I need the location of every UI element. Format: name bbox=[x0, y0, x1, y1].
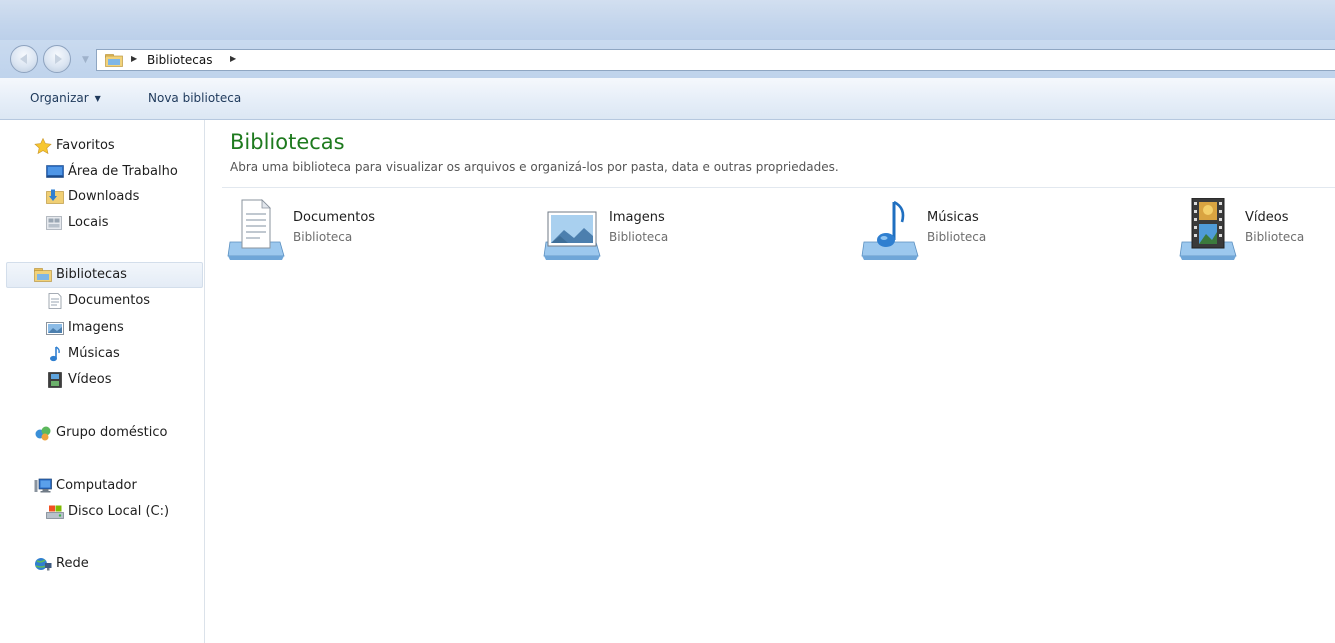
library-name: Imagens bbox=[609, 210, 665, 225]
command-bar: Organizar ▼ Nova biblioteca bbox=[0, 78, 1335, 120]
videos-library-icon bbox=[1179, 198, 1237, 260]
page-description: Abra uma biblioteca para visualizar os a… bbox=[230, 160, 839, 174]
recent-pages-dropdown-icon[interactable]: ▼ bbox=[82, 55, 89, 65]
navigation-pane: Favoritos Área de Trabalho Downloads Loc… bbox=[0, 120, 205, 643]
content-pane: Bibliotecas Abra uma biblioteca para vis… bbox=[206, 120, 1335, 643]
chevron-down-icon: ▼ bbox=[94, 94, 101, 103]
sidebar-label: Imagens bbox=[68, 320, 124, 335]
documents-library-icon bbox=[227, 199, 285, 260]
music-library-icon bbox=[861, 200, 919, 260]
music-note-icon bbox=[50, 346, 60, 362]
forward-arrow-icon bbox=[55, 54, 62, 64]
library-type: Biblioteca bbox=[293, 230, 353, 244]
film-icon bbox=[48, 372, 62, 388]
library-type: Biblioteca bbox=[609, 230, 669, 244]
downloads-folder-icon bbox=[46, 189, 64, 204]
sidebar-label: Disco Local (C:) bbox=[68, 504, 170, 519]
breadcrumb-separator-icon[interactable]: ▶ bbox=[131, 54, 137, 63]
network-icon bbox=[35, 558, 52, 571]
back-arrow-icon bbox=[20, 54, 27, 64]
header-divider bbox=[222, 187, 1335, 188]
homegroup-icon bbox=[35, 426, 51, 441]
forward-button[interactable] bbox=[43, 45, 71, 73]
back-button[interactable] bbox=[10, 45, 38, 73]
sidebar-label: Locais bbox=[68, 215, 109, 230]
star-icon bbox=[34, 138, 52, 154]
new-library-button[interactable]: Nova biblioteca bbox=[144, 87, 245, 109]
organize-button[interactable]: Organizar ▼ bbox=[26, 87, 105, 109]
library-name: Músicas bbox=[927, 210, 979, 225]
document-icon bbox=[48, 293, 62, 309]
computer-icon bbox=[34, 478, 52, 493]
library-tile-musicas[interactable]: Músicas Biblioteca bbox=[860, 198, 1120, 264]
libraries-folder-icon bbox=[105, 54, 123, 67]
sidebar-label: Músicas bbox=[68, 346, 120, 361]
recent-places-icon bbox=[46, 216, 62, 230]
sidebar-label: Grupo doméstico bbox=[56, 425, 168, 440]
sidebar-label: Bibliotecas bbox=[56, 267, 127, 282]
library-type: Biblioteca bbox=[1245, 230, 1305, 244]
sidebar-label: Downloads bbox=[68, 189, 140, 204]
sidebar-label: Computador bbox=[56, 478, 137, 493]
window-title-bar bbox=[0, 0, 1335, 40]
breadcrumb-item-bibliotecas[interactable]: Bibliotecas bbox=[147, 53, 212, 67]
organize-label: Organizar bbox=[30, 91, 89, 105]
library-name: Vídeos bbox=[1245, 210, 1289, 225]
libraries-folder-icon bbox=[34, 268, 52, 282]
library-tile-videos[interactable]: Vídeos Biblioteca bbox=[1178, 198, 1328, 264]
breadcrumb-separator-icon[interactable]: ▶ bbox=[230, 54, 236, 63]
desktop-icon bbox=[46, 165, 64, 178]
sidebar-label: Vídeos bbox=[68, 372, 112, 387]
library-tile-imagens[interactable]: Imagens Biblioteca bbox=[542, 198, 802, 264]
picture-icon bbox=[46, 322, 64, 335]
sidebar-label: Área de Trabalho bbox=[68, 164, 178, 179]
page-title: Bibliotecas bbox=[230, 130, 345, 154]
library-tile-documentos[interactable]: Documentos Biblioteca bbox=[226, 198, 486, 264]
local-disk-icon bbox=[46, 505, 64, 519]
library-type: Biblioteca bbox=[927, 230, 987, 244]
address-bar[interactable]: ▶ Bibliotecas ▶ bbox=[96, 49, 1335, 71]
sidebar-label: Favoritos bbox=[56, 138, 115, 153]
library-name: Documentos bbox=[293, 210, 376, 225]
sidebar-label: Rede bbox=[56, 556, 89, 571]
sidebar-label: Documentos bbox=[68, 293, 151, 308]
pictures-library-icon bbox=[543, 211, 601, 260]
navigation-bar: ▼ ▶ Bibliotecas ▶ bbox=[0, 40, 1335, 78]
